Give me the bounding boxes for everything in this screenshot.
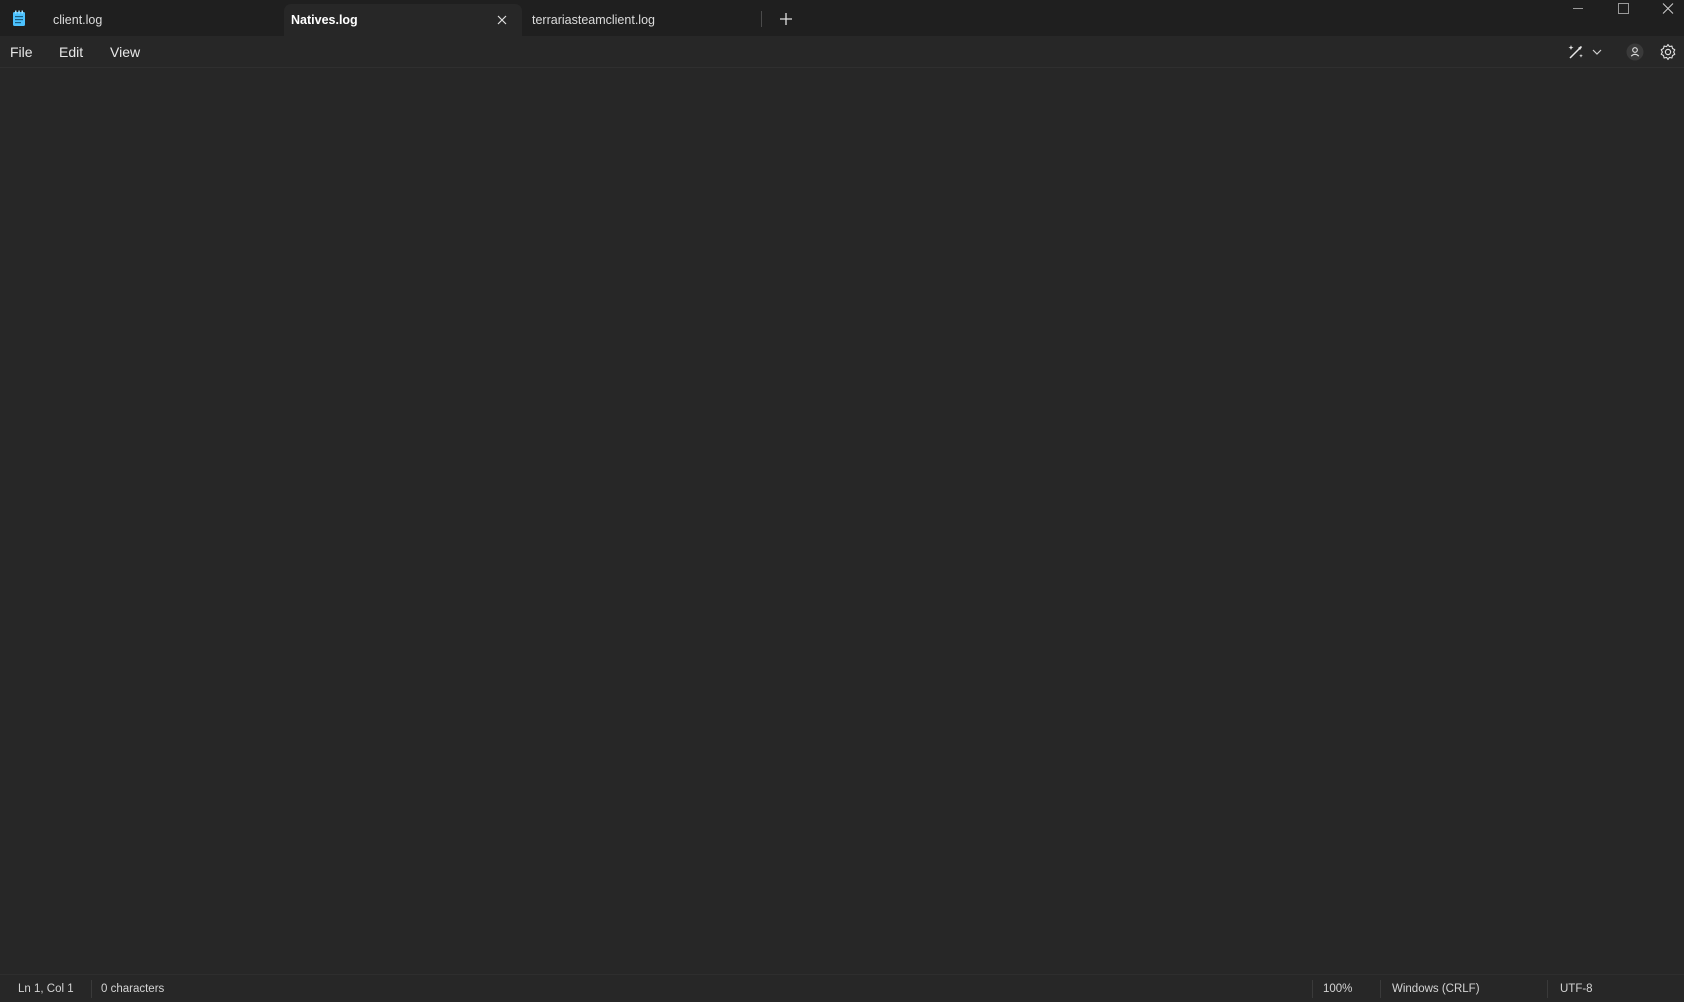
line-ending[interactable]: Windows (CRLF): [1392, 983, 1480, 995]
window-close-icon[interactable]: [1645, 0, 1684, 18]
chevron-down-icon[interactable]: [1590, 45, 1604, 59]
status-divider: [1547, 980, 1548, 998]
account-icon[interactable]: [1625, 42, 1645, 62]
copilot-rewrite-icon[interactable]: [1566, 42, 1586, 62]
editor-text-area[interactable]: [0, 68, 1684, 974]
tab-label: client.log: [53, 13, 103, 27]
maximize-icon[interactable]: [1600, 0, 1646, 18]
title-bar: client.log Natives.log terrariasteamclie…: [0, 0, 1684, 36]
status-divider: [1380, 980, 1381, 998]
menu-edit[interactable]: Edit: [59, 44, 83, 60]
status-bar: Ln 1, Col 1 0 characters 100% Windows (C…: [0, 974, 1684, 1002]
plus-icon[interactable]: [776, 9, 796, 29]
menu-view[interactable]: View: [110, 44, 140, 60]
tab-terrariasteamclient-log[interactable]: terrariasteamclient.log: [524, 4, 762, 36]
tab-client-log[interactable]: client.log: [38, 4, 282, 36]
character-count: 0 characters: [101, 983, 165, 995]
tab-divider: [761, 11, 762, 27]
menu-bar: File Edit View: [0, 36, 1684, 68]
notepad-icon: [13, 10, 25, 26]
minimize-icon[interactable]: [1555, 0, 1601, 18]
menu-file[interactable]: File: [10, 44, 33, 60]
tab-label: terrariasteamclient.log: [532, 13, 655, 27]
encoding[interactable]: UTF-8: [1560, 983, 1593, 995]
status-divider: [1312, 980, 1313, 998]
zoom-level[interactable]: 100%: [1323, 983, 1352, 995]
settings-icon[interactable]: [1658, 42, 1678, 62]
status-divider: [91, 980, 92, 998]
close-icon[interactable]: [494, 12, 510, 28]
tab-natives-log[interactable]: Natives.log: [284, 4, 522, 36]
cursor-position[interactable]: Ln 1, Col 1: [18, 983, 74, 995]
tab-label: Natives.log: [291, 13, 358, 27]
